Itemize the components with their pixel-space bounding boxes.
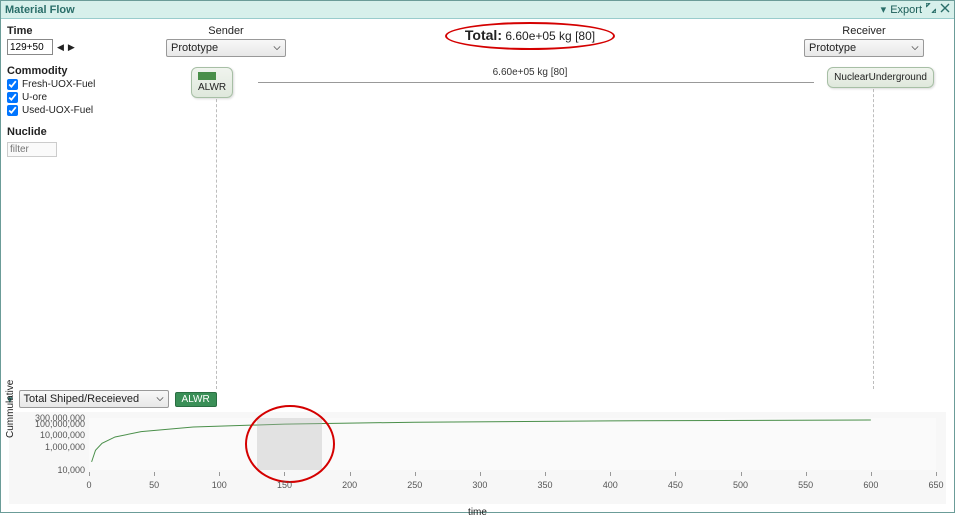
sender-group-select[interactable]: Prototype — [166, 39, 286, 57]
chart-ytick: 10,000 — [23, 465, 85, 475]
series-tag[interactable]: ALWR — [175, 392, 217, 407]
chart-xtick: 550 — [798, 480, 813, 490]
chart-xtick: 600 — [863, 480, 878, 490]
chevron-down-icon — [911, 44, 919, 52]
commodity-label: U-ore — [22, 92, 47, 103]
chart-xtick: 450 — [668, 480, 683, 490]
chart-xtick: 650 — [928, 480, 943, 490]
panel-title: Material Flow — [5, 4, 75, 16]
chart-ytick: 10,000,000 — [23, 430, 85, 440]
commodity-checkbox[interactable] — [7, 79, 18, 90]
metric-select-value: Total Shiped/Receieved — [24, 393, 140, 405]
time-label: Time — [7, 25, 100, 37]
chevron-down-icon — [273, 44, 281, 52]
chart-xtick: 0 — [86, 480, 91, 490]
chart-ytick: 1,000,000 — [23, 442, 85, 452]
chart-series-line — [92, 420, 871, 462]
chart-ylabel: Cummulative — [5, 380, 16, 438]
chart-xtick: 100 — [212, 480, 227, 490]
receiver-node[interactable]: NuclearUnderground — [827, 67, 934, 88]
panel-titlebar: Material Flow ▾ Export — [1, 1, 954, 19]
commodity-label: Used-UOX-Fuel — [22, 105, 93, 116]
commodity-item[interactable]: Fresh-UOX-Fuel — [7, 79, 100, 90]
flow-total: Total: 6.60e+05 kg [80] — [465, 27, 595, 43]
total-value: 6.60e+05 kg [80] — [505, 29, 595, 43]
sender-node[interactable]: ALWR — [191, 67, 233, 98]
commodity-item[interactable]: Used-UOX-Fuel — [7, 105, 100, 116]
flow-canvas: Sender Prototype Total: 6.60e+05 kg [80]… — [106, 19, 954, 389]
total-label: Total: — [465, 27, 502, 43]
flow-edge[interactable] — [258, 82, 814, 83]
chart-xtick: 50 — [149, 480, 159, 490]
chevron-down-icon — [156, 395, 164, 403]
chart-xtick: 400 — [603, 480, 618, 490]
receiver-axis-line — [873, 79, 874, 389]
commodity-label: Fresh-UOX-Fuel — [22, 79, 95, 90]
export-button[interactable]: Export — [890, 4, 922, 16]
time-next-icon[interactable]: ▶ — [68, 42, 75, 53]
sender-group-value: Prototype — [171, 42, 218, 54]
receiver-label: Receiver — [842, 25, 885, 37]
time-brush[interactable] — [257, 418, 322, 470]
chart-xtick: 300 — [472, 480, 487, 490]
commodity-label: Commodity — [7, 65, 100, 77]
receiver-group-select[interactable]: Prototype — [804, 39, 924, 57]
time-prev-icon[interactable]: ◀ — [57, 42, 64, 53]
sidebar: Time ◀ ▶ Commodity Fresh-UOX-Fuel U-ore Us… — [1, 19, 106, 389]
timeline-panel: ▾ Total Shiped/Receieved ALWR Cummulativ… — [7, 390, 948, 508]
commodity-checkbox[interactable] — [7, 105, 18, 116]
nuclide-filter-input[interactable] — [7, 142, 57, 157]
chart-xtick: 200 — [342, 480, 357, 490]
chart-plot-area[interactable] — [89, 418, 936, 470]
sender-node-label: ALWR — [198, 82, 226, 93]
chart-xtick: 350 — [538, 480, 553, 490]
chart-xtick: 250 — [407, 480, 422, 490]
cumulative-chart[interactable]: Cummulative 10,0001,000,00010,000,000100… — [9, 412, 946, 504]
nuclide-label: Nuclide — [7, 126, 100, 138]
node-quantity-bar — [198, 72, 216, 80]
collapse-icon[interactable]: ▾ — [881, 3, 887, 16]
chart-xtick: 150 — [277, 480, 292, 490]
chart-ytick: 300,000,000 — [23, 413, 85, 423]
commodity-checkbox[interactable] — [7, 92, 18, 103]
receiver-node-label: NuclearUnderground — [834, 72, 927, 83]
close-icon[interactable] — [940, 3, 950, 16]
flow-edge-label: 6.60e+05 kg [80] — [493, 67, 568, 78]
metric-select[interactable]: Total Shiped/Receieved — [19, 390, 169, 408]
receiver-group-value: Prototype — [809, 42, 856, 54]
commodity-item[interactable]: U-ore — [7, 92, 100, 103]
time-input[interactable] — [7, 39, 53, 55]
chart-xtick: 500 — [733, 480, 748, 490]
sender-axis-line — [216, 79, 217, 389]
sender-label: Sender — [208, 25, 243, 37]
maximize-icon[interactable] — [926, 3, 936, 16]
